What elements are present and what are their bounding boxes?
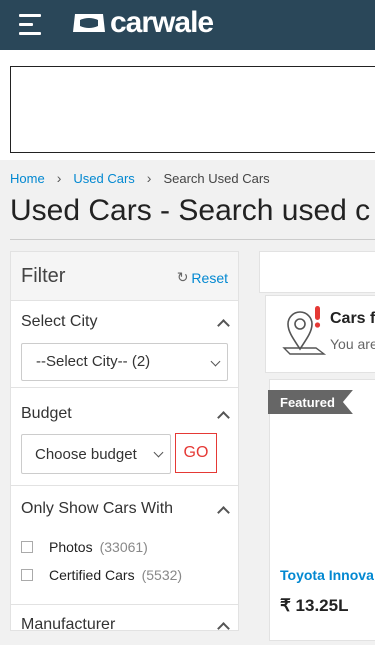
page-title: Used Cars - Search used c [10, 194, 371, 227]
advertisement-banner[interactable] [10, 66, 375, 153]
city-section: Select City --Select City-- (2) [11, 301, 238, 388]
chevron-up-icon[interactable] [217, 506, 230, 519]
certified-label: Certified Cars [49, 567, 135, 583]
chevron-up-icon[interactable] [217, 319, 230, 332]
chevron-right-icon: › [146, 170, 152, 186]
refresh-icon: ↻ [176, 269, 189, 285]
results-toolbar [259, 251, 375, 293]
photos-count: (33061) [99, 539, 148, 555]
show-with-section-title: Only Show Cars With [21, 500, 174, 517]
car-price: ₹ 13.25L [280, 596, 349, 615]
reset-button[interactable]: ↻ Reset [177, 269, 228, 286]
cars-for-city-box: Cars f You are [265, 295, 375, 373]
filter-title: Filter [21, 265, 66, 287]
filter-header: Filter ↻ Reset [11, 252, 238, 301]
car-listing-card[interactable]: Featured Toyota Innova ₹ 13.25L [269, 379, 375, 641]
breadcrumb-used-cars[interactable]: Used Cars [73, 171, 134, 186]
cars-for-heading: Cars f [330, 310, 375, 327]
budget-go-button[interactable]: GO [175, 433, 217, 473]
divider [10, 239, 375, 240]
breadcrumb-current: Search Used Cars [163, 170, 270, 186]
certified-count: (5532) [141, 567, 183, 583]
results-panel: Cars f You are Featured Toyota Innova ₹ … [259, 251, 375, 641]
photos-label: Photos [49, 539, 93, 555]
menu-icon[interactable] [19, 14, 43, 36]
show-with-section: Only Show Cars With Photos (33061) Certi… [11, 486, 238, 605]
photos-checkbox[interactable] [21, 541, 33, 553]
breadcrumb-home[interactable]: Home [10, 171, 45, 186]
city-select[interactable]: --Select City-- (2) [21, 343, 228, 381]
car-logo-icon [73, 14, 105, 32]
chevron-up-icon[interactable] [217, 622, 230, 635]
certified-checkbox-row[interactable]: Certified Cars (5532) [21, 567, 182, 583]
featured-badge: Featured [268, 390, 353, 414]
reset-label: Reset [191, 269, 228, 286]
top-header: carwale [0, 0, 375, 50]
manufacturer-section: Manufacturer [11, 605, 238, 645]
chevron-down-icon [210, 356, 221, 367]
budget-select-value: Choose budget [35, 446, 137, 463]
budget-select[interactable]: Choose budget [21, 434, 171, 474]
manufacturer-section-title: Manufacturer [21, 616, 116, 633]
location-alert-icon [282, 306, 327, 355]
chevron-right-icon: › [56, 170, 62, 186]
carwale-logo[interactable]: carwale [72, 6, 214, 40]
budget-section-title: Budget [21, 405, 72, 422]
city-section-title: Select City [21, 313, 98, 330]
photos-checkbox-row[interactable]: Photos (33061) [21, 539, 148, 555]
certified-checkbox[interactable] [21, 569, 33, 581]
chevron-down-icon [153, 447, 164, 458]
chevron-up-icon[interactable] [217, 411, 230, 424]
city-select-value: --Select City-- (2) [36, 353, 151, 370]
car-name-link[interactable]: Toyota Innova [280, 567, 374, 583]
breadcrumb: Home › Used Cars › Search Used Cars [10, 170, 270, 186]
brand-name: carwale [110, 6, 214, 39]
cars-for-subtext: You are [330, 336, 375, 352]
